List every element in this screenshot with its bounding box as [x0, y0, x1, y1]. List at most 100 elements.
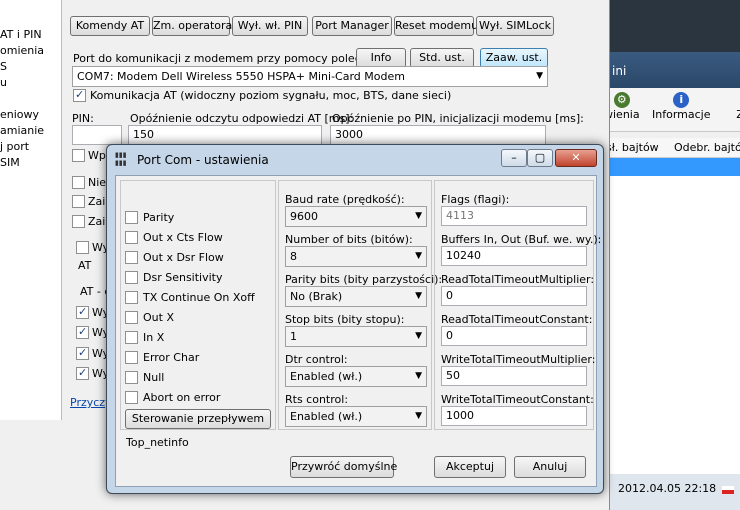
rts-control-label: Rts control: — [285, 393, 349, 406]
maximize-icon: ▢ — [534, 151, 546, 164]
read-delay-input[interactable]: 150 — [128, 125, 322, 145]
at-option-checkbox[interactable] — [76, 305, 89, 319]
background-toolbar: ⚙ wienia i Informacje Z — [600, 88, 740, 132]
dtr-control-label: Dtr control: — [285, 353, 348, 366]
port-params-group: Baud rate (prędkość): 9600 ▼ Number of bi… — [278, 180, 442, 430]
restore-defaults-button[interactable]: Przywróć domyślne — [290, 456, 397, 478]
number-of-bits-select[interactable]: 8 ▼ — [285, 246, 427, 267]
settings-icon: ⚙ — [613, 92, 630, 108]
null-checkbox[interactable] — [125, 371, 138, 384]
parity-bits-select[interactable]: No (Brak) ▼ — [285, 286, 427, 307]
disable-pin-button[interactable]: Wył. wł. PIN — [232, 16, 308, 36]
port-manager-button[interactable]: Port Manager — [312, 16, 392, 36]
std-settings-button[interactable]: Std. ust. — [410, 48, 474, 68]
at-option-checkbox[interactable] — [76, 346, 89, 360]
dtr-control-value: Enabled (wł.) — [290, 370, 363, 383]
toolbar-label: Informacje — [652, 108, 711, 121]
option-checkbox[interactable] — [72, 195, 85, 208]
abort-on-error-checkbox[interactable] — [125, 391, 138, 404]
stop-bits-label: Stop bits (bity stopu): — [285, 313, 405, 326]
status-text: Top_netinfo — [126, 436, 189, 449]
dialog-titlebar[interactable]: ▮▮▮ ▮▮▮ Port Com - ustawienia – ▢ ✕ — [107, 145, 605, 173]
language-flag-icon[interactable] — [722, 486, 734, 494]
maximize-button[interactable]: ▢ — [527, 149, 553, 167]
write-total-timeout-constant-input[interactable]: 1000 — [441, 406, 587, 426]
nav-item[interactable]: amianie — [0, 124, 44, 137]
in-x-checkbox[interactable] — [125, 331, 138, 344]
dsr-sensitivity-checkbox[interactable] — [125, 271, 138, 284]
close-icon: ✕ — [571, 151, 581, 164]
out-dsr-flow-label: Out x Dsr Flow — [143, 251, 224, 264]
flow-control-button[interactable]: Sterowanie przepływem — [125, 409, 271, 429]
settings-nav: AT i PIN omienia S u eniowy amianie j po… — [0, 0, 62, 420]
write-total-timeout-multiplier-label: WriteTotalTimeoutMultiplier: — [441, 353, 596, 366]
at-label: AT — [78, 259, 92, 272]
pin-input[interactable] — [72, 125, 122, 145]
dtr-control-select[interactable]: Enabled (wł.) ▼ — [285, 366, 427, 387]
read-delay-label: Opóźnienie odczytu odpowiedzi AT [ms]: — [130, 112, 354, 125]
option-checkbox[interactable] — [72, 149, 85, 162]
timeouts-group: Flags (flagi): 4113 Buffers In, Out (Buf… — [434, 180, 601, 430]
at-commands-button[interactable]: Komendy AT — [70, 16, 150, 36]
in-x-label: In X — [143, 331, 165, 344]
rts-control-select[interactable]: Enabled (wł.) ▼ — [285, 406, 427, 427]
accept-button[interactable]: Akceptuj — [434, 456, 506, 478]
nav-item[interactable]: omienia — [0, 44, 44, 57]
option-checkbox[interactable] — [76, 241, 89, 254]
port-select[interactable]: COM7: Modem Dell Wireless 5550 HSPA+ Min… — [72, 66, 548, 87]
reset-modem-button[interactable]: Reset modemu — [394, 16, 478, 36]
parity-bits-label: Parity bits (bity parzystości): — [285, 273, 443, 286]
parity-checkbox[interactable] — [125, 211, 138, 224]
pin-delay-input[interactable]: 3000 — [330, 125, 546, 145]
port-com-settings-dialog: ▮▮▮ ▮▮▮ Port Com - ustawienia – ▢ ✕ Parit… — [106, 144, 604, 494]
taskbar: 2012.04.05 22:18 — [600, 474, 740, 510]
column-header-sent[interactable]: sł. bajtów — [606, 141, 659, 154]
taskbar-clock[interactable]: 2012.04.05 22:18 — [618, 482, 716, 495]
toolbar-label: Z — [736, 108, 740, 121]
error-char-label: Error Char — [143, 351, 200, 364]
minimize-icon: – — [511, 151, 517, 164]
tx-continue-checkbox[interactable] — [125, 291, 138, 304]
minimize-button[interactable]: – — [501, 149, 527, 167]
read-total-timeout-multiplier-input[interactable]: 0 — [441, 286, 587, 306]
nav-item[interactable]: j port — [0, 140, 29, 153]
read-total-timeout-multiplier-label: ReadTotalTimeoutMultiplier: — [441, 273, 595, 286]
out-cts-flow-label: Out x Cts Flow — [143, 231, 223, 244]
read-total-timeout-constant-input[interactable]: 0 — [441, 326, 587, 346]
at-option-checkbox[interactable] — [76, 325, 89, 339]
write-total-timeout-multiplier-input[interactable]: 50 — [441, 366, 587, 386]
flags-input: 4113 — [441, 206, 587, 226]
out-dsr-flow-checkbox[interactable] — [125, 251, 138, 264]
option-checkbox[interactable] — [72, 215, 85, 228]
stop-bits-select[interactable]: 1 ▼ — [285, 326, 427, 347]
nav-item[interactable]: u — [0, 76, 7, 89]
stop-bits-value: 1 — [290, 330, 297, 343]
info-icon: i — [673, 92, 690, 108]
advanced-settings-button[interactable]: Zaaw. ust. — [480, 48, 548, 68]
chevron-down-icon: ▼ — [415, 411, 422, 421]
selected-row[interactable] — [600, 158, 740, 176]
close-button[interactable]: ✕ — [555, 149, 597, 167]
option-checkbox[interactable] — [72, 176, 85, 189]
disable-simlock-button[interactable]: Wył. SIMLock — [476, 16, 554, 36]
toolbar-item-info[interactable]: i Informacje — [652, 92, 710, 121]
nav-item[interactable]: SIM — [0, 156, 20, 169]
nav-item[interactable]: S — [0, 60, 7, 73]
error-char-checkbox[interactable] — [125, 351, 138, 364]
buffers-input[interactable]: 10240 — [441, 246, 587, 266]
out-cts-flow-checkbox[interactable] — [125, 231, 138, 244]
list-header: sł. bajtów Odebr. bajtów — [600, 138, 740, 158]
at-option-checkbox[interactable] — [76, 366, 89, 380]
column-header-received[interactable]: Odebr. bajtów — [674, 141, 740, 154]
chevron-down-icon: ▼ — [415, 291, 422, 301]
cancel-button[interactable]: Anuluj — [514, 456, 586, 478]
info-button[interactable]: Info — [356, 48, 406, 68]
out-x-checkbox[interactable] — [125, 311, 138, 324]
toolbar-item-close[interactable]: Z — [732, 92, 740, 121]
at-communication-checkbox[interactable] — [73, 88, 86, 102]
nav-item[interactable]: AT i PIN — [0, 28, 42, 41]
change-operator-button[interactable]: Zm. operatora — [152, 16, 232, 36]
baud-rate-label: Baud rate (prędkość): — [285, 193, 405, 206]
nav-item[interactable]: eniowy — [0, 108, 39, 121]
baud-rate-select[interactable]: 9600 ▼ — [285, 206, 427, 227]
